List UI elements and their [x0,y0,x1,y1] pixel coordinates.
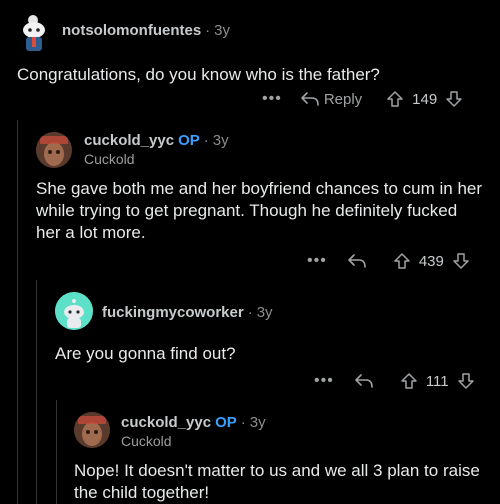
downvote-button[interactable] [445,90,463,108]
score: 149 [412,90,438,108]
comment-actions: ••• 439 [307,252,470,270]
user-flair: Cuckold [84,151,135,167]
downvote-button[interactable] [452,252,470,270]
comment-actions: ••• 111 [314,372,475,390]
downvote-icon [446,91,462,107]
profile-avatar-icon[interactable] [74,412,110,448]
score: 111 [425,372,449,390]
username[interactable]: fuckingmycoworker · 3y [102,304,273,321]
upvote-icon [387,91,403,107]
reply-arrow-icon [348,254,366,268]
comment-2: cuckold_yyc OP · 3y Cuckold She gave both m… [0,120,500,280]
downvote-button[interactable] [457,372,475,390]
more-options-icon[interactable]: ••• [262,90,282,108]
upvote-button[interactable] [386,90,404,108]
upvote-button[interactable] [393,252,411,270]
comment-actions: ••• Reply 149 [262,90,463,108]
reply-button[interactable] [354,373,374,389]
snoo-avatar-icon[interactable] [55,292,93,330]
op-badge: OP [215,414,237,431]
username[interactable]: cuckold_yyc OP · 3y [84,132,229,149]
downvote-icon [457,373,474,389]
comment-4: cuckold_yyc OP · 3y Cuckold Nope! It doesn'… [0,400,500,504]
reply-button[interactable] [347,253,367,269]
username[interactable]: cuckold_yyc OP · 3y [121,414,266,431]
username[interactable]: notsolomonfuentes · 3y [62,22,230,39]
comment-body: Are you gonna find out? [55,344,236,363]
reply-arrow-icon [355,374,373,388]
snoo-avatar-icon[interactable] [17,10,51,54]
user-flair: Cuckold [121,433,172,449]
comment-body: Congratulations, do you know who is the … [17,65,380,84]
upvote-icon [394,253,410,269]
comment-3: fuckingmycoworker · 3y Are you gonna find … [0,280,500,400]
score: 439 [418,252,444,270]
more-options-icon[interactable]: ••• [307,252,327,270]
comment-1: notsolomonfuentes · 3y Congratulations, do… [0,0,500,120]
downvote-icon [453,253,469,269]
comment-body: She gave both me and her boyfriend chanc… [36,179,483,242]
reply-label: Reply [323,90,363,108]
upvote-button[interactable] [400,372,418,390]
reply-button[interactable]: Reply [300,91,362,108]
profile-avatar-icon[interactable] [36,132,72,168]
upvote-icon [401,373,417,389]
op-badge: OP [178,132,200,149]
reply-arrow-icon [301,92,319,106]
comment-body: Nope! It doesn't matter to us and we all… [74,461,480,502]
more-options-icon[interactable]: ••• [314,372,334,390]
